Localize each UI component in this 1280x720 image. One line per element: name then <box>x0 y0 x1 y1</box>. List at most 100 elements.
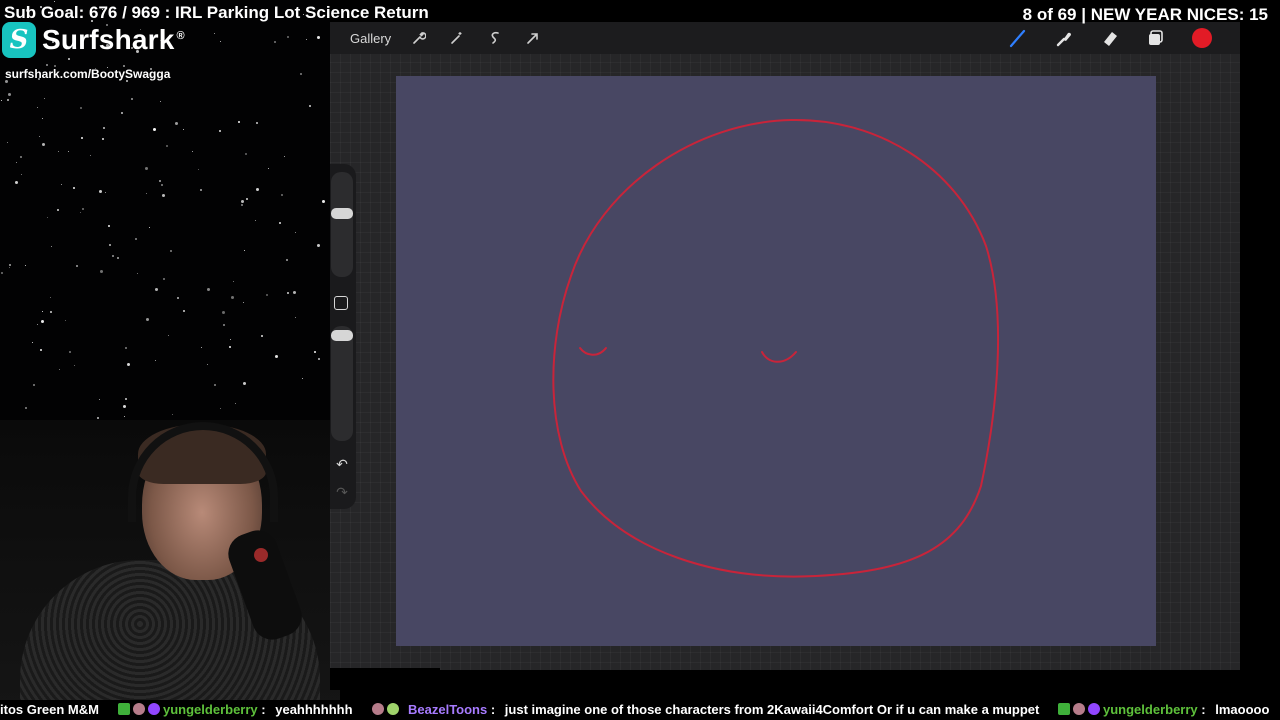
star <box>295 232 296 233</box>
right-eye-stroke <box>761 351 797 363</box>
star <box>145 167 148 170</box>
star <box>279 222 281 224</box>
star <box>61 184 62 185</box>
layers-icon[interactable] <box>1144 26 1168 50</box>
star <box>99 190 102 193</box>
star <box>7 99 9 101</box>
star <box>105 192 106 193</box>
star <box>47 217 48 218</box>
star <box>108 225 110 227</box>
star <box>7 142 8 143</box>
star <box>200 189 202 191</box>
star <box>50 297 51 298</box>
drawing-canvas[interactable] <box>396 76 1156 646</box>
chat-username[interactable]: yungelderberry <box>1103 702 1198 717</box>
star <box>135 238 137 240</box>
star <box>149 227 150 228</box>
star <box>58 151 59 152</box>
current-color-swatch <box>1192 28 1212 48</box>
color-picker-button[interactable] <box>1190 26 1214 50</box>
chat-username[interactable]: yungelderberry <box>163 702 258 717</box>
microphone-light <box>254 548 268 562</box>
sponsor-url: surfshark.com/BootySwagga <box>5 67 171 81</box>
star <box>59 369 60 370</box>
heart-badge-icon <box>1073 703 1085 715</box>
star <box>274 41 276 43</box>
star <box>125 347 127 349</box>
sponsor-registered-mark: ® <box>176 29 185 42</box>
toolbar-right-group <box>1006 26 1214 50</box>
star <box>41 320 44 323</box>
ticker-entry-3: BeazelToons : just imagine one of those … <box>372 700 1039 720</box>
redo-icon[interactable]: ↷ <box>332 484 352 500</box>
star <box>1 272 3 274</box>
check-badge-icon <box>118 703 130 715</box>
chat-separator: : <box>1197 702 1206 717</box>
star <box>230 339 231 340</box>
undo-icon[interactable]: ↶ <box>332 456 352 472</box>
transform-icon[interactable] <box>523 28 543 48</box>
star <box>68 151 69 152</box>
modify-button[interactable] <box>334 296 348 310</box>
smudge-icon[interactable] <box>1052 26 1076 50</box>
star <box>287 292 289 294</box>
star <box>268 168 269 169</box>
ticker-entry-2: yungelderberry : yeahhhhhhh <box>118 700 353 720</box>
opacity-handle[interactable] <box>331 330 353 341</box>
brush-size-handle[interactable] <box>331 208 353 219</box>
sponsor-banner: S Surfshark ® <box>2 22 185 58</box>
star <box>243 382 246 385</box>
star <box>266 294 268 296</box>
star <box>244 250 245 251</box>
star <box>15 181 18 184</box>
star <box>309 105 311 107</box>
sub-goal-text: Sub Goal: 676 / 969 : IRL Parking Lot Sc… <box>4 3 429 22</box>
star <box>80 107 82 109</box>
star <box>168 335 169 336</box>
gallery-button[interactable]: Gallery <box>350 31 391 46</box>
chat-separator: : <box>487 702 496 717</box>
star <box>286 259 288 261</box>
star <box>233 281 234 282</box>
star <box>65 320 66 321</box>
star <box>322 200 325 203</box>
star <box>117 257 119 259</box>
star <box>295 317 296 318</box>
sub-badge-icon <box>148 703 160 715</box>
star <box>69 351 71 353</box>
star <box>162 194 165 197</box>
selection-icon[interactable] <box>485 28 505 48</box>
opacity-slider[interactable] <box>331 326 353 441</box>
star <box>103 127 105 129</box>
star <box>33 384 35 386</box>
star <box>155 288 158 291</box>
star <box>235 403 236 404</box>
star <box>50 311 52 313</box>
wrench-icon[interactable] <box>409 28 429 48</box>
star <box>229 346 231 348</box>
brush-icon[interactable] <box>1006 26 1030 50</box>
star <box>46 64 48 66</box>
star <box>246 198 248 200</box>
star <box>281 194 283 196</box>
eraser-icon[interactable] <box>1098 26 1122 50</box>
overlay-black-bar <box>330 668 440 690</box>
star <box>51 246 52 247</box>
star <box>245 153 247 155</box>
star <box>21 174 22 175</box>
brush-size-slider[interactable] <box>331 172 353 277</box>
chat-username[interactable]: BeazelToons <box>408 702 487 717</box>
star <box>159 180 161 182</box>
star <box>255 220 256 221</box>
star <box>57 209 59 211</box>
star <box>317 36 320 39</box>
star <box>172 414 173 415</box>
star <box>275 355 278 358</box>
star <box>40 349 42 351</box>
star <box>163 278 165 280</box>
star <box>155 360 156 361</box>
magic-wand-icon[interactable] <box>447 28 467 48</box>
star <box>314 351 316 353</box>
chat-ticker: itos Green M&M yungelderberry : yeahhhhh… <box>0 700 1280 720</box>
star <box>42 143 45 146</box>
